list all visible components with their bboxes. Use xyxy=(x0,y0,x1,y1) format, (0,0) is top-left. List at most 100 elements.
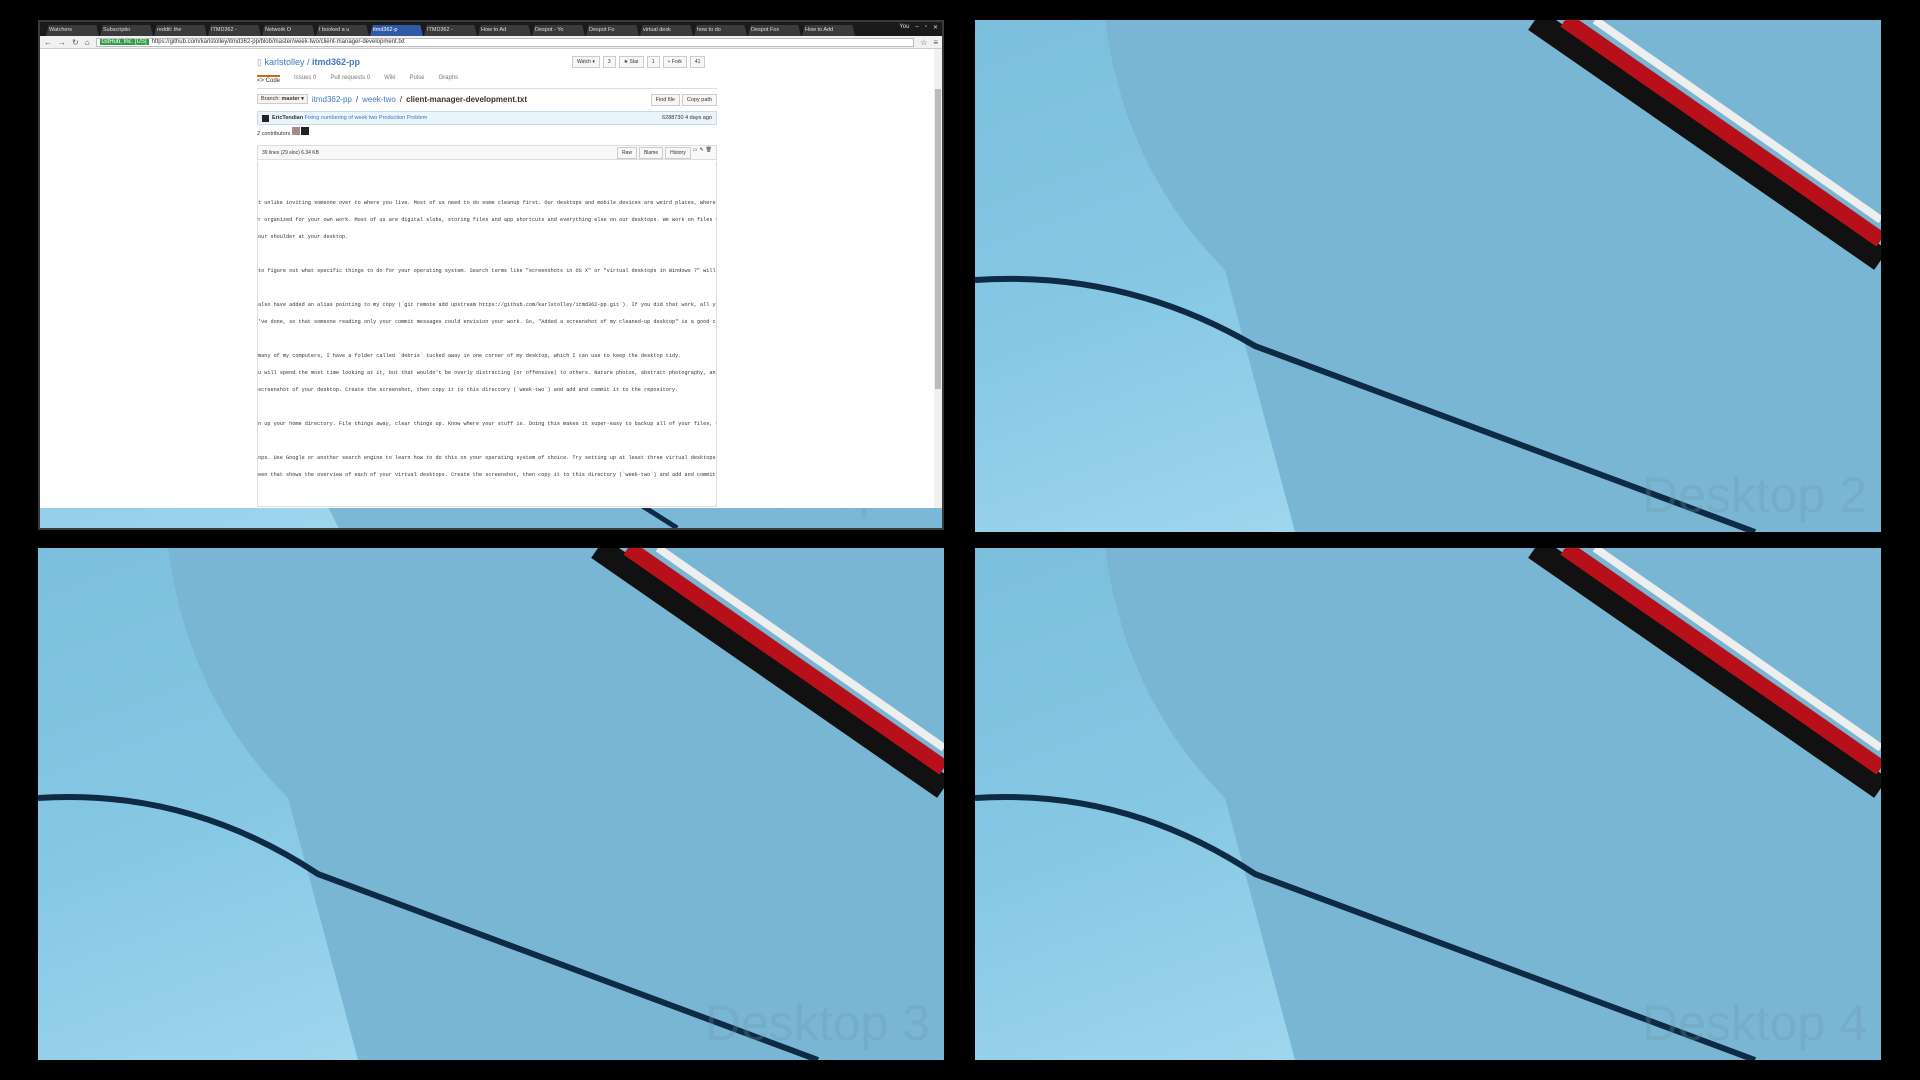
commit-time: 4 days ago xyxy=(685,115,712,121)
browser-tab[interactable]: Despot - Yo xyxy=(532,25,585,36)
code-line: to figure out what specific things to do… xyxy=(258,268,716,274)
browser-tab[interactable]: ITMD362 - xyxy=(208,25,261,36)
code-line: our shoulder at your desktop. xyxy=(258,234,349,240)
browser-window[interactable]: Watchers Subscriptio reddit: the ITMD362 -N… xyxy=(40,22,942,508)
avatar xyxy=(291,127,300,135)
blame-button[interactable]: Blame xyxy=(638,146,664,159)
browser-tab[interactable]: ITMD362 - xyxy=(424,25,477,36)
desktop-1-pane[interactable]: Desktop 1 WatchersSubscriptioreddit: the… xyxy=(38,20,944,530)
code-line: een that shows the overview of each of y… xyxy=(258,472,716,478)
commit-message[interactable]: Fixing numbering of week two Production … xyxy=(305,115,428,121)
scrollbar-thumb[interactable] xyxy=(935,89,941,389)
breadcrumb-dir[interactable]: week-two xyxy=(362,95,396,104)
minimize-icon[interactable]: – xyxy=(915,24,918,31)
watch-button[interactable]: Watch ▾ xyxy=(572,56,600,68)
avatar xyxy=(301,127,310,135)
url-field[interactable]: GitHub, Inc. [US] https://github.com/kar… xyxy=(95,37,915,47)
tab-pull-requests[interactable]: Pull requests 0 xyxy=(330,75,370,84)
code-line: u will spend the most time looking at it… xyxy=(258,370,717,376)
tab-pulse[interactable]: Pulse xyxy=(409,75,424,84)
star-count[interactable]: 1 xyxy=(646,56,660,68)
desktop-3-pane[interactable]: Desktop 3 xyxy=(38,548,944,1060)
desktop-2-pane[interactable]: Desktop 2 xyxy=(975,20,1881,532)
reload-icon[interactable]: ↻ xyxy=(72,38,79,47)
desktop-label: Desktop 3 xyxy=(704,995,930,1051)
url-text: https://github.com/karlstolley/itmd362-p… xyxy=(151,39,405,45)
repo-name-link[interactable]: itmd362-pp xyxy=(312,57,360,67)
copy-path-button[interactable]: Copy path xyxy=(681,94,717,106)
repo-tabs: <> Code Issues 0 Pull requests 0 Wiki Pu… xyxy=(257,75,717,89)
address-bar: ← → ↻ ⌂ GitHub, Inc. [US] https://github… xyxy=(40,36,942,49)
browser-tab[interactable]: Despot Fox xyxy=(748,25,801,36)
fork-button[interactable]: ⑂ Fork xyxy=(662,56,687,68)
file-header: 39 lines (29 sloc) 6.34 KB Raw Blame His… xyxy=(257,145,717,160)
desktop-label: Desktop 2 xyxy=(1641,467,1867,523)
breadcrumb: Branch: master ▾ itmd362-pp / week-two /… xyxy=(257,94,717,106)
fork-count[interactable]: 41 xyxy=(689,56,706,68)
code-line: ops. Use Google or another search engine… xyxy=(258,455,717,461)
forward-icon[interactable]: → xyxy=(58,38,66,47)
browser-tab[interactable]: How to Ad xyxy=(478,25,531,36)
trash-icon[interactable]: 🗑 xyxy=(706,147,712,159)
browser-tab[interactable]: how to do xyxy=(694,25,747,36)
browser-tab[interactable]: Network O xyxy=(262,25,315,36)
pencil-icon[interactable]: ✎ xyxy=(699,147,703,159)
browser-tab[interactable]: Watchers xyxy=(46,25,99,36)
browser-tab[interactable]: Despot Fo xyxy=(586,25,639,36)
raw-button[interactable]: Raw xyxy=(616,146,637,159)
profile-button[interactable]: You xyxy=(899,24,909,31)
breadcrumb-root[interactable]: itmd362-pp xyxy=(312,95,352,104)
commit-sha[interactable]: 6288730 xyxy=(662,115,683,121)
desktop-icon[interactable]: ▭ xyxy=(693,147,698,159)
breadcrumb-file: client-manager-development.txt xyxy=(406,94,528,104)
tab-issues[interactable]: Issues 0 xyxy=(294,75,316,84)
browser-tab[interactable]: itmd362-p xyxy=(370,25,423,36)
secure-badge: GitHub, Inc. [US] xyxy=(99,39,149,45)
car-wallpaper xyxy=(38,548,944,1060)
repo-actions: Watch ▾ 3 ★ Star 1 ⑂ Fork 41 xyxy=(572,56,706,68)
browser-tab[interactable]: reddit: the xyxy=(154,25,207,36)
book-icon: ▯ xyxy=(257,57,262,67)
code-line: 've done, so that someone reading only y… xyxy=(258,319,717,325)
back-icon[interactable]: ← xyxy=(44,38,52,47)
code-line: t unlike inviting someone over to where … xyxy=(258,200,716,206)
car-wallpaper xyxy=(975,20,1881,532)
file-content: t unlike inviting someone over to where … xyxy=(257,161,717,507)
menu-icon[interactable]: ≡ xyxy=(933,38,938,47)
desktop-label: Desktop 4 xyxy=(1641,995,1867,1051)
scrollbar[interactable] xyxy=(934,49,942,508)
contributors[interactable]: 2 contributors xyxy=(257,127,717,137)
code-line: many of my computers, I have a folder ca… xyxy=(258,353,682,359)
close-icon[interactable]: ✕ xyxy=(933,24,938,31)
star-button[interactable]: ★ Star xyxy=(618,56,644,68)
code-line: n up your home directory. File things aw… xyxy=(258,421,717,427)
home-icon[interactable]: ⌂ xyxy=(85,38,90,47)
tab-graphs[interactable]: Graphs xyxy=(438,75,458,84)
desktop-4-pane[interactable]: Desktop 4 xyxy=(975,548,1881,1060)
tab-code[interactable]: <> Code xyxy=(257,75,281,84)
repo-owner-link[interactable]: karlstolley xyxy=(264,57,304,67)
code-line: r organized for your own work. Most of u… xyxy=(258,217,717,223)
browser-tab[interactable]: I booked a u xyxy=(316,25,369,36)
watch-count[interactable]: 3 xyxy=(602,56,616,68)
star-icon[interactable]: ☆ xyxy=(920,38,927,47)
tab-wiki[interactable]: Wiki xyxy=(384,75,395,84)
browser-tab[interactable]: Subscriptio xyxy=(100,25,153,36)
latest-commit: EricTendian Fixing numbering of week two… xyxy=(257,111,717,125)
browser-tab[interactable]: virtual desk xyxy=(640,25,693,36)
history-button[interactable]: History xyxy=(665,146,691,159)
find-file-button[interactable]: Find file xyxy=(650,94,680,106)
branch-selector[interactable]: Branch: master ▾ xyxy=(257,94,308,104)
code-line: screenshot of your desktop. Create the s… xyxy=(258,387,679,393)
browser-tab[interactable]: How to Add xyxy=(802,25,855,36)
code-line: also have added an alias pointing to my … xyxy=(258,302,717,308)
commit-author[interactable]: EricTendian xyxy=(272,115,303,121)
maximize-icon[interactable]: ▫ xyxy=(925,24,927,31)
github-page: ▯ karlstolley / itmd362-pp Watch ▾ 3 ★ S… xyxy=(40,49,942,508)
window-controls: You – ▫ ✕ xyxy=(899,24,938,31)
